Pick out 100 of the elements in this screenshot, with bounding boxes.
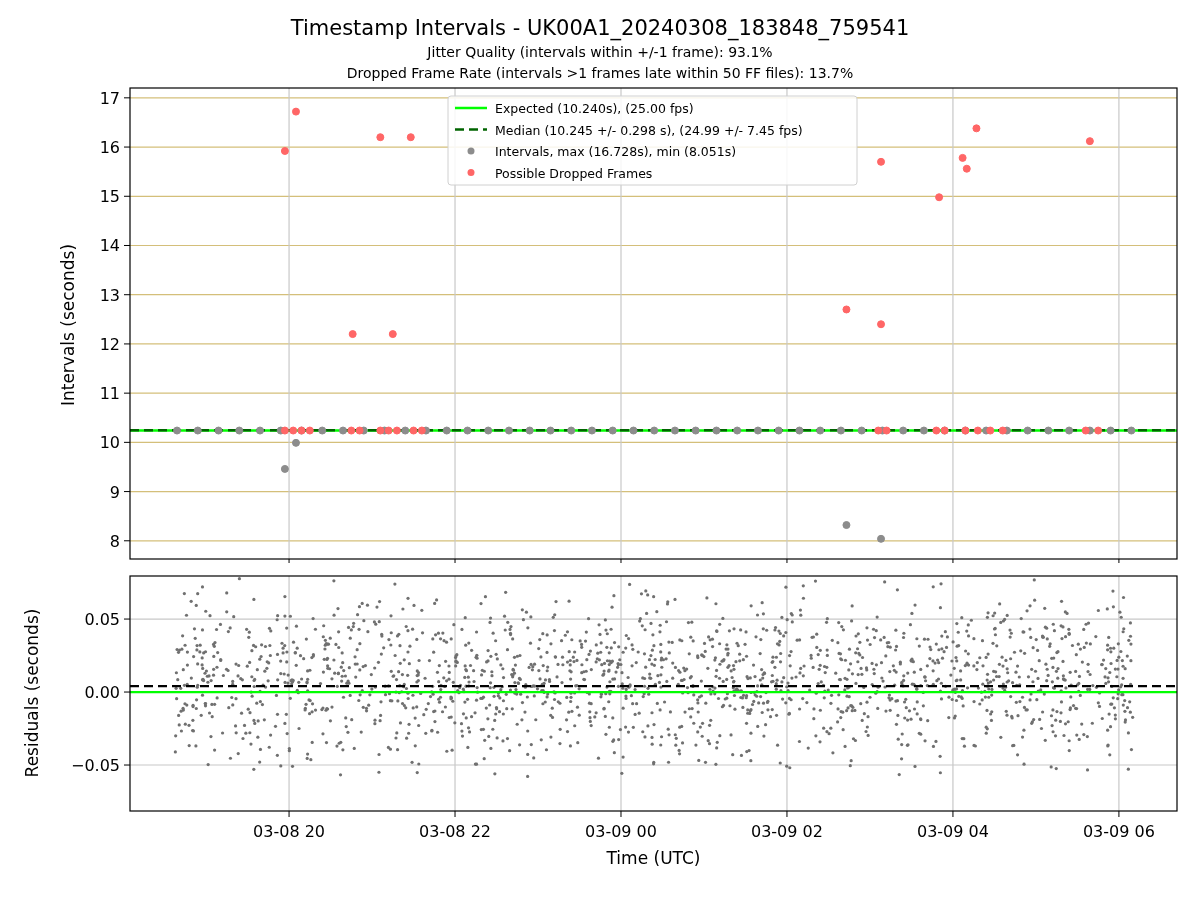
data-point <box>463 426 472 435</box>
data-point <box>774 426 783 435</box>
data-point <box>877 534 885 543</box>
data-point <box>1094 426 1103 435</box>
data-point <box>972 124 981 133</box>
data-point <box>289 426 298 435</box>
data-point <box>376 133 385 142</box>
data-point <box>919 426 928 435</box>
data-point <box>193 426 202 435</box>
data-point <box>836 426 845 435</box>
tick-label: 03-08 22 <box>419 822 491 841</box>
data-point <box>877 157 885 166</box>
data-point <box>958 153 967 162</box>
tick-label: 0.05 <box>84 610 120 630</box>
tick-label: 0.00 <box>84 683 120 703</box>
data-point <box>1085 137 1094 146</box>
data-point <box>291 438 300 447</box>
data-point <box>348 330 357 339</box>
tick-label: 15 <box>99 187 120 207</box>
data-point <box>392 426 401 435</box>
data-point <box>986 426 995 435</box>
data-point <box>691 426 700 435</box>
data-point <box>733 426 742 435</box>
data-point <box>406 133 415 142</box>
data-point <box>256 426 264 435</box>
data-point <box>546 426 555 435</box>
axis-label: Intervals (seconds) <box>58 243 78 407</box>
data-point <box>214 426 223 435</box>
data-point <box>442 426 451 435</box>
tick-label: 03-09 02 <box>751 822 823 841</box>
data-point <box>1023 426 1032 435</box>
data-point <box>280 464 289 473</box>
data-point <box>347 426 356 435</box>
tick-label: 10 <box>99 433 120 453</box>
chart-title: Timestamp Intervals - UK00A1_20240308_183848_759541 <box>290 15 910 42</box>
data-point <box>318 426 327 435</box>
data-point <box>1065 426 1074 435</box>
data-point <box>877 320 885 329</box>
legend-label: Expected (10.240s), (25.00 fps) <box>495 101 694 116</box>
tick-label: 12 <box>99 334 120 354</box>
data-point <box>235 426 244 435</box>
data-point <box>484 426 493 435</box>
data-point <box>587 426 596 435</box>
data-point <box>882 426 891 435</box>
data-point <box>899 426 908 435</box>
data-point <box>874 426 883 435</box>
data-point <box>384 426 393 435</box>
tick-label: 03-09 00 <box>585 822 657 841</box>
data-point <box>1106 426 1115 435</box>
tick-label: 03-09 04 <box>916 822 989 841</box>
data-point <box>842 305 851 314</box>
chart-subtitle: Jitter Quality (intervals within +/-1 frame): 93.1% <box>427 43 773 62</box>
data-point <box>280 147 289 155</box>
data-point <box>504 426 513 435</box>
legend-label: Intervals, max (16.728s), min (8.051s) <box>495 144 737 159</box>
data-point <box>305 426 314 435</box>
tick-label: 11 <box>99 384 120 404</box>
data-point <box>608 426 617 435</box>
data-point <box>417 426 426 435</box>
data-point <box>753 426 762 435</box>
data-point <box>409 426 418 435</box>
tick-label: 03-08 20 <box>253 822 325 841</box>
axis-label: Time (UTC) <box>606 848 701 868</box>
data-point <box>525 426 534 435</box>
data-point <box>973 426 982 435</box>
legend-label: Median (10.245 +/- 0.298 s), (24.99 +/- 7.45 fps) <box>495 122 803 138</box>
tick-label: 9 <box>109 482 120 502</box>
data-point <box>173 426 182 435</box>
data-point <box>712 426 721 435</box>
tick-label: 16 <box>99 138 120 158</box>
legend-label: Possible Dropped Frames <box>495 165 653 181</box>
tick-label: 8 <box>109 531 120 551</box>
data-point <box>962 164 971 173</box>
tick-label: 03-09 06 <box>1082 822 1155 841</box>
data-point <box>650 426 659 435</box>
data-point <box>857 426 866 435</box>
data-point <box>280 426 289 435</box>
data-point <box>567 426 576 435</box>
data-point <box>816 426 825 435</box>
tick-label: 13 <box>99 285 120 305</box>
tick-label: 14 <box>99 236 120 256</box>
data-point <box>1127 426 1136 435</box>
data-point <box>291 107 300 116</box>
data-point <box>795 426 804 435</box>
data-point <box>376 426 385 435</box>
data-point <box>842 521 851 530</box>
data-point <box>1044 426 1053 435</box>
tick-label: −0.05 <box>70 756 120 775</box>
data-point <box>355 426 364 435</box>
data-point <box>998 426 1007 435</box>
data-point <box>935 193 944 202</box>
tick-label: 17 <box>99 88 120 108</box>
data-point <box>932 426 941 435</box>
data-point <box>670 426 679 435</box>
chart-subtitle: Dropped Frame Rate (intervals >1 frames late within 50 FF files): 13.7% <box>346 64 854 83</box>
data-point <box>401 426 410 435</box>
data-point <box>388 330 397 339</box>
axis-label: Residuals (seconds) <box>22 608 42 778</box>
data-point <box>629 426 638 435</box>
data-point <box>1081 426 1090 435</box>
